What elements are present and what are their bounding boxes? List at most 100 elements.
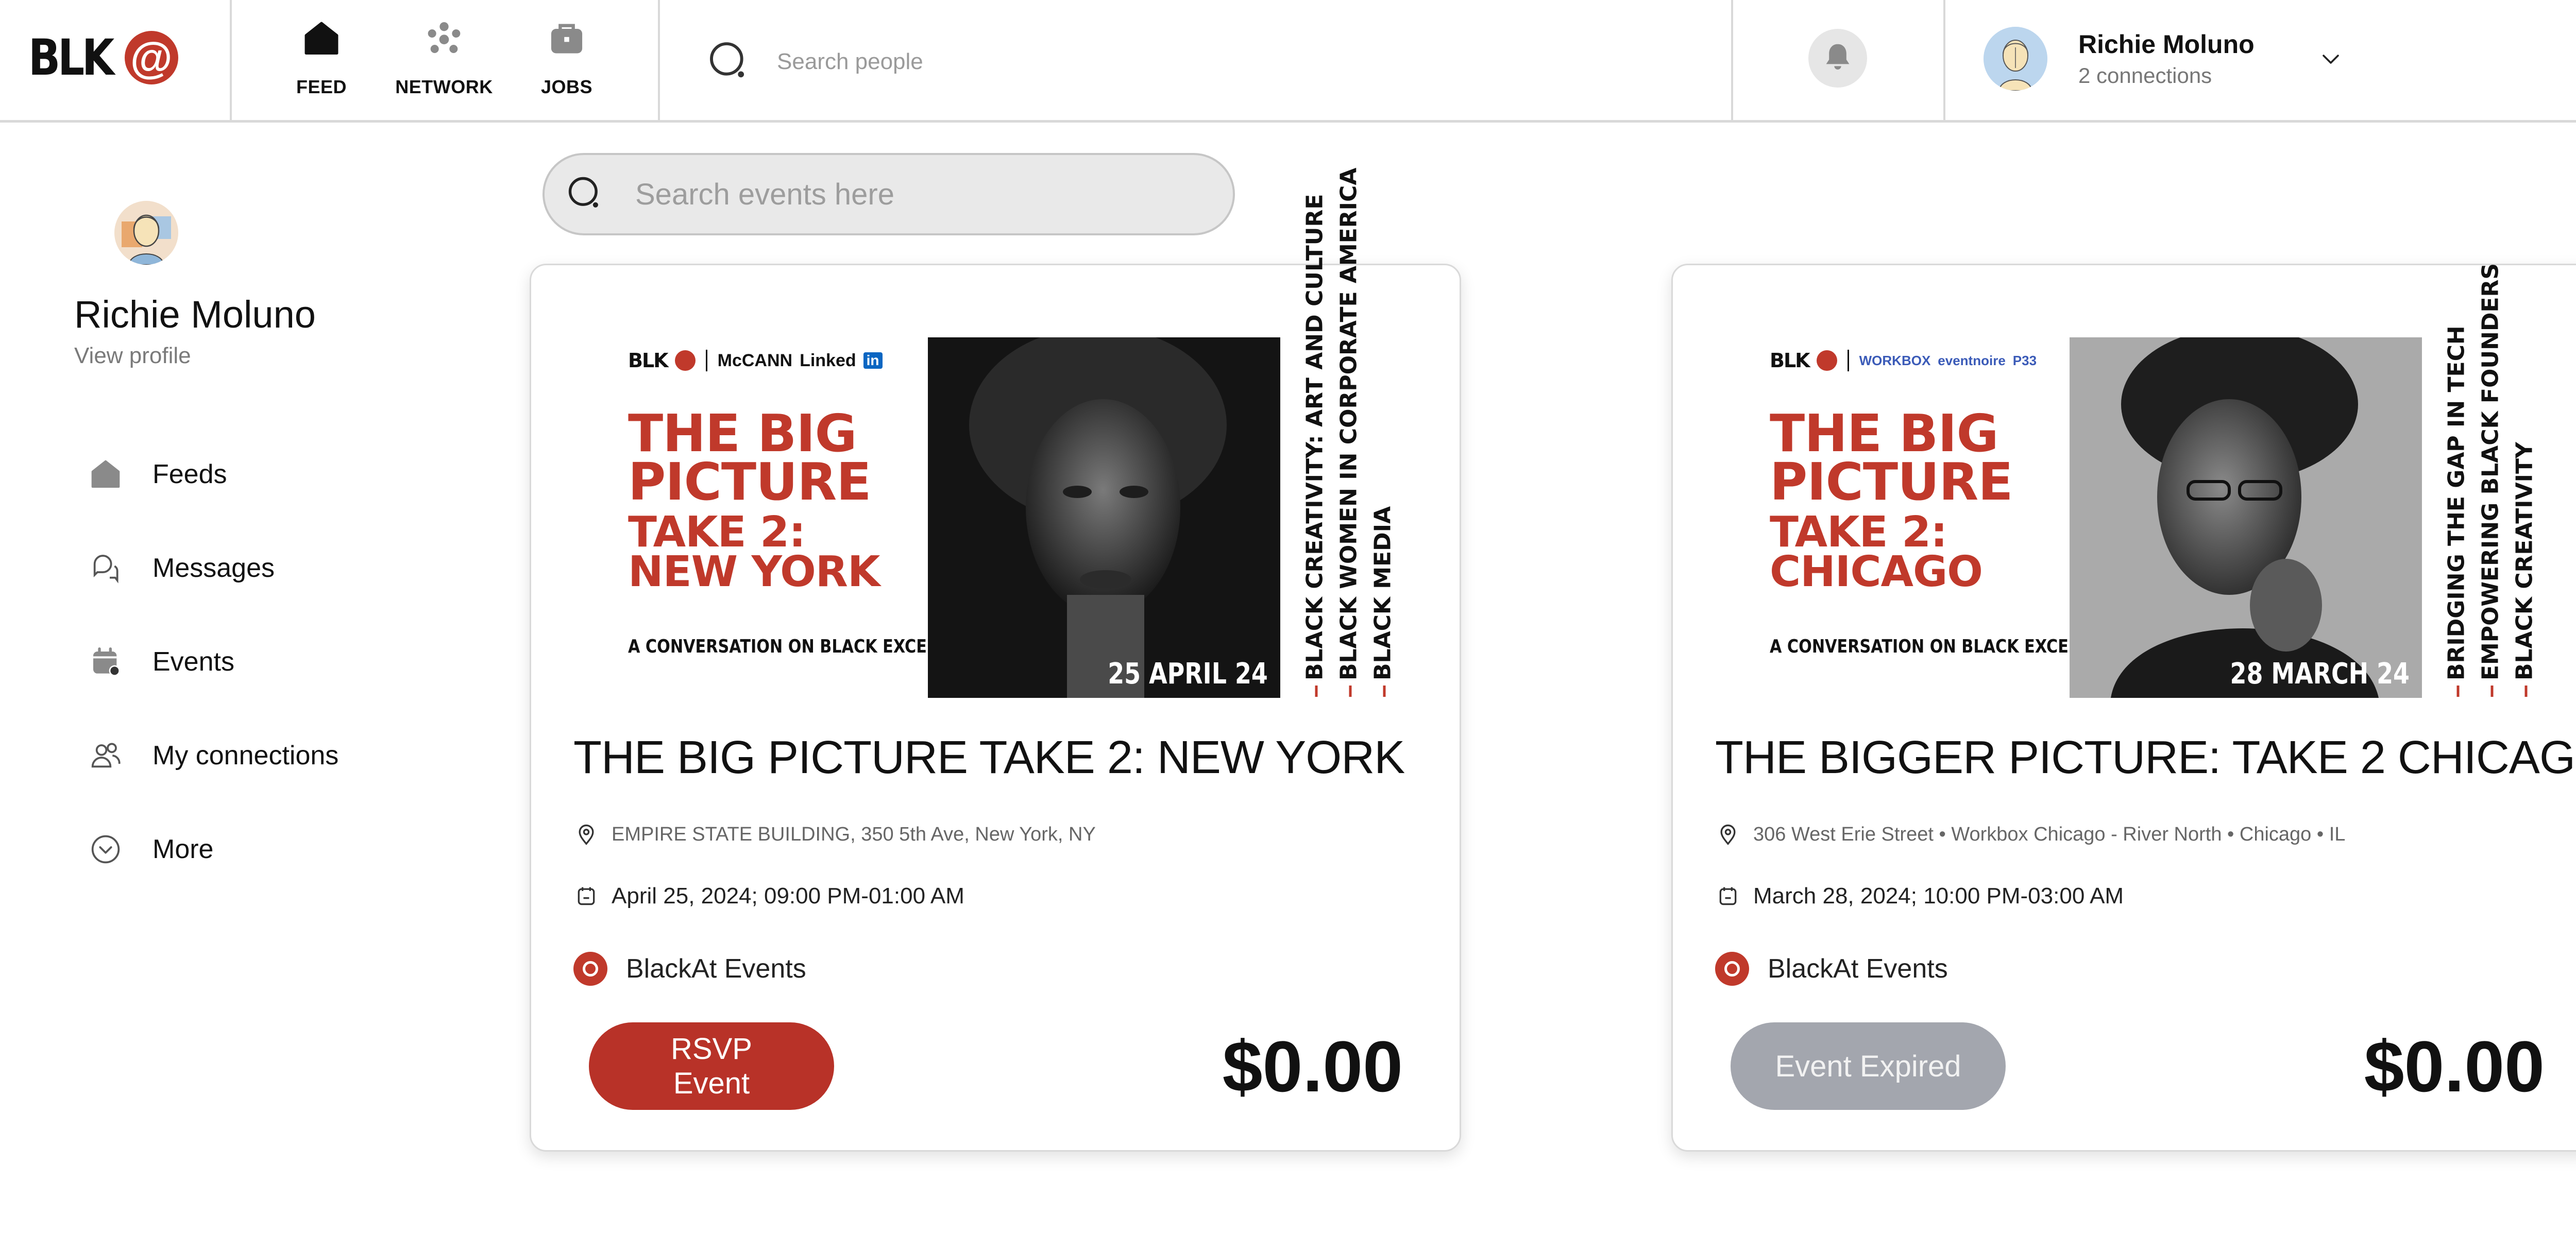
sidebar-menu: Feeds Messages Events My connections Mor…: [88, 427, 338, 896]
chevron-circle-icon: [88, 831, 124, 867]
divider: [1943, 0, 1945, 123]
partner-logo: P33: [2012, 352, 2037, 368]
banner-brand-row: BLK McCANN Linked in: [628, 332, 883, 389]
event-price: $0.00: [2364, 1026, 2545, 1107]
sidebar-item-label: Feeds: [152, 459, 227, 489]
banner-title-line: THE BIG: [628, 403, 857, 464]
partner-logo: eventnoire: [1938, 352, 2006, 368]
banner-topics: BLACK CREATIVITY: ART AND CULTURE BLACK …: [1298, 168, 1411, 697]
banner-title-line: CHICAGO: [1770, 547, 1983, 597]
sidebar-item-label: More: [152, 834, 214, 864]
sidebar-item-label: Events: [152, 647, 234, 677]
home-icon: [298, 15, 345, 62]
sidebar-item-my-connections[interactable]: My connections: [88, 709, 338, 802]
banner-blk-logo: BLK: [628, 349, 669, 372]
banner-topic: BLACK MEDIA: [1370, 506, 1396, 697]
banner-title-line: TAKE 2:: [1770, 508, 1947, 557]
sidebar-avatar[interactable]: [114, 201, 178, 265]
people-search-input[interactable]: [777, 49, 1550, 75]
banner-title-line: PICTURE: [1770, 452, 2013, 512]
banner-title-line: PICTURE: [628, 452, 872, 512]
event-datetime-text: April 25, 2024; 09:00 PM-01:00 AM: [612, 883, 964, 909]
divider: [1847, 350, 1849, 371]
event-organizer[interactable]: BlackAt Events: [573, 952, 806, 986]
event-expired-button[interactable]: Event Expired: [1731, 1022, 2006, 1110]
sidebar-item-label: My connections: [152, 741, 339, 770]
event-organizer-name: BlackAt Events: [626, 954, 806, 984]
banner-date: 25 APRIL 24: [1108, 657, 1268, 691]
at-icon: [674, 350, 696, 371]
nav-jobs-label: JOBS: [540, 76, 593, 97]
event-title[interactable]: THE BIG PICTURE TAKE 2: NEW YORK: [573, 731, 1405, 784]
events-search-input[interactable]: [635, 177, 1150, 212]
sidebar-user-name: Richie Moluno: [74, 293, 316, 336]
banner-topic: BLACK WOMEN IN CORPORATE AMERICA: [1336, 168, 1362, 697]
people-search[interactable]: [706, 31, 1685, 93]
divider: [1731, 0, 1733, 123]
banner-title-line: THE BIG: [1770, 403, 1999, 464]
sidebar-item-feeds[interactable]: Feeds: [88, 427, 338, 521]
event-banner[interactable]: BLK McCANN Linked in THE BIG PICTURE TAK…: [567, 168, 1433, 703]
logo-text: BLK: [28, 29, 114, 87]
user-connections-count: 2 connections: [2078, 63, 2212, 88]
blk-logo[interactable]: BLK @: [28, 27, 178, 89]
event-banner[interactable]: BLK WORKBOX eventnoire P33 THE BIG PICTU…: [1709, 263, 2574, 703]
partner-logo: Linked: [800, 350, 856, 370]
user-avatar: [1984, 27, 2047, 91]
banner-title: THE BIG PICTURE TAKE 2: NEW YORK: [628, 403, 880, 593]
banner-blk-logo: BLK: [1770, 349, 1810, 372]
notifications-button[interactable]: [1808, 29, 1867, 88]
divider: [658, 0, 660, 123]
calendar-icon: [1715, 883, 1741, 909]
event-organizer[interactable]: BlackAt Events: [1715, 952, 1948, 986]
banner-date: 28 MARCH 24: [2230, 657, 2410, 691]
events-search[interactable]: [543, 153, 1235, 235]
divider: [705, 350, 707, 371]
user-name: Richie Moluno: [2078, 30, 2255, 59]
chevron-down-icon[interactable]: [2318, 46, 2343, 74]
banner-title: THE BIG PICTURE TAKE 2: CHICAGO: [1770, 403, 2013, 597]
rsvp-event-button[interactable]: RSVP Event: [589, 1022, 834, 1110]
event-title[interactable]: THE BIGGER PICTURE: TAKE 2 CHICAGO: [1715, 731, 2576, 784]
bell-icon: [1821, 41, 1854, 76]
organizer-logo-icon: [1715, 952, 1749, 986]
event-datetime-text: March 28, 2024; 10:00 PM-03:00 AM: [1753, 883, 2124, 909]
nav-feed[interactable]: FEED: [270, 11, 373, 109]
divider: [230, 0, 232, 123]
top-navigation-bar: BLK @ FEED NETWORK JOBS Search people Ri…: [0, 0, 2576, 123]
nav-network[interactable]: NETWORK: [393, 11, 496, 109]
banner-topic: BRIDGING THE GAP IN TECH: [2444, 326, 2470, 697]
banner-brand-row: BLK WORKBOX eventnoire P33: [1770, 332, 2037, 389]
view-profile-link[interactable]: View profile: [74, 343, 191, 369]
banner-topic: EMPOWERING BLACK FOUNDERS: [2478, 263, 2504, 697]
event-location-text: 306 West Erie Street • Workbox Chicago -…: [1753, 823, 2346, 845]
user-menu[interactable]: Richie Moluno 2 connections: [1984, 23, 2255, 95]
event-datetime: April 25, 2024; 09:00 PM-01:00 AM: [573, 883, 964, 909]
banner-topic: BLACK CREATIVITY: [2512, 442, 2538, 697]
banner-topics: BRIDGING THE GAP IN TECH EMPOWERING BLAC…: [2439, 263, 2553, 697]
nav-jobs[interactable]: JOBS: [515, 11, 618, 109]
people-icon: [88, 738, 124, 774]
event-photo: 28 MARCH 24: [2070, 337, 2422, 698]
event-location: 306 West Erie Street • Workbox Chicago -…: [1715, 821, 2345, 847]
banner-title-line: TAKE 2:: [628, 508, 806, 557]
event-organizer-name: BlackAt Events: [1768, 954, 1948, 984]
event-card[interactable]: BLK McCANN Linked in THE BIG PICTURE TAK…: [530, 168, 1461, 1152]
sidebar-item-messages[interactable]: Messages: [88, 521, 338, 615]
event-card[interactable]: BLK WORKBOX eventnoire P33 THE BIG PICTU…: [1671, 263, 2576, 1152]
briefcase-icon: [544, 15, 590, 62]
event-location-text: EMPIRE STATE BUILDING, 350 5th Ave, New …: [612, 823, 1096, 845]
event-price: $0.00: [1222, 1026, 1403, 1107]
partner-logo: in: [863, 352, 883, 369]
calendar-icon: [573, 883, 599, 909]
location-pin-icon: [573, 821, 599, 847]
search-icon: [565, 174, 604, 215]
partner-logo: WORKBOX: [1859, 352, 1931, 368]
event-location: EMPIRE STATE BUILDING, 350 5th Ave, New …: [573, 821, 1096, 847]
event-photo: 25 APRIL 24: [928, 337, 1280, 698]
sidebar-item-events[interactable]: Events: [88, 615, 338, 709]
sidebar-item-more[interactable]: More: [88, 802, 338, 896]
at-icon: [1816, 350, 1837, 371]
nav-feed-label: FEED: [296, 76, 347, 97]
calendar-icon: [88, 644, 124, 680]
